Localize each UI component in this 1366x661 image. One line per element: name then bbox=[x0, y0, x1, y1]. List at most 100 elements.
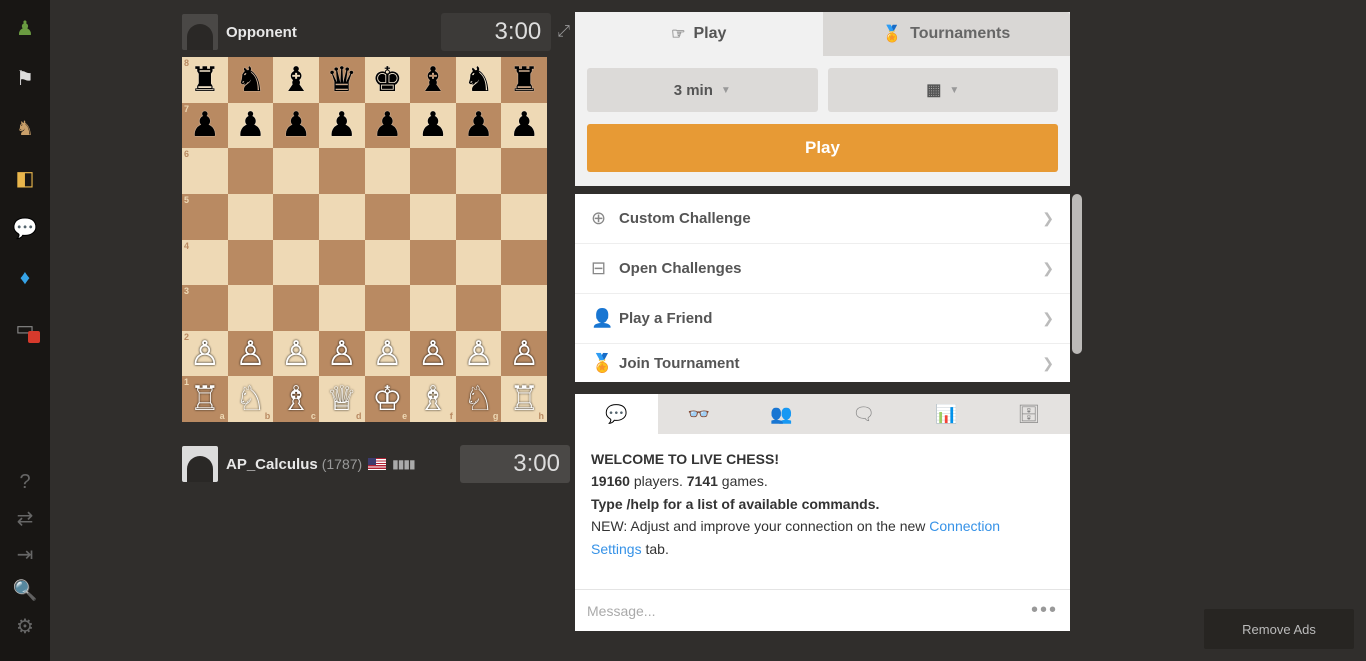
chess-board[interactable]: ♜8♞♝♛♚♝♞♜♟7♟♟♟♟♟♟♟6543♙2♙♙♙♙♙♙♙♖1a♘b♗c♕d… bbox=[182, 57, 570, 422]
square-d8[interactable]: ♛ bbox=[319, 57, 365, 103]
square-a4[interactable]: 4 bbox=[182, 240, 228, 286]
option-join-tournament[interactable]: 🏅 Join Tournament ❯ bbox=[575, 344, 1070, 382]
piece[interactable]: ♙ bbox=[326, 337, 356, 371]
square-d2[interactable]: ♙ bbox=[319, 331, 365, 377]
square-a3[interactable]: 3 bbox=[182, 285, 228, 331]
scrollbar-thumb[interactable] bbox=[1072, 194, 1082, 354]
piece[interactable]: ♜ bbox=[190, 63, 220, 97]
square-a2[interactable]: ♙2 bbox=[182, 331, 228, 377]
piece[interactable]: ♘ bbox=[235, 382, 265, 416]
piece[interactable]: ♗ bbox=[418, 382, 448, 416]
tab-play[interactable]: ☞ Play bbox=[575, 12, 823, 56]
square-e5[interactable] bbox=[365, 194, 411, 240]
piece[interactable]: ♙ bbox=[418, 337, 448, 371]
square-b6[interactable] bbox=[228, 148, 274, 194]
square-h3[interactable] bbox=[501, 285, 547, 331]
square-h8[interactable]: ♜ bbox=[501, 57, 547, 103]
search-icon[interactable]: 🔍 bbox=[12, 577, 38, 603]
square-a1[interactable]: ♖1a bbox=[182, 376, 228, 422]
square-c3[interactable] bbox=[273, 285, 319, 331]
chat-tab-messages[interactable]: 💬 bbox=[575, 394, 658, 434]
pawn-icon[interactable]: ♟ bbox=[12, 15, 38, 41]
square-f8[interactable]: ♝ bbox=[410, 57, 456, 103]
piece[interactable]: ♟ bbox=[190, 108, 220, 142]
square-f5[interactable] bbox=[410, 194, 456, 240]
piece[interactable]: ♞ bbox=[235, 63, 265, 97]
piece[interactable]: ♜ bbox=[509, 63, 539, 97]
square-c1[interactable]: ♗c bbox=[273, 376, 319, 422]
square-b4[interactable] bbox=[228, 240, 274, 286]
piece[interactable]: ♟ bbox=[509, 108, 539, 142]
chat-tab-binoculars[interactable]: 👓 bbox=[658, 394, 741, 434]
play-button[interactable]: Play bbox=[587, 124, 1058, 172]
piece[interactable]: ♙ bbox=[372, 337, 402, 371]
square-b7[interactable]: ♟ bbox=[228, 103, 274, 149]
game-type-dropdown[interactable]: ▦ ▼ bbox=[828, 68, 1059, 112]
square-d1[interactable]: ♕d bbox=[319, 376, 365, 422]
square-f4[interactable] bbox=[410, 240, 456, 286]
piece[interactable]: ♔ bbox=[372, 382, 402, 416]
square-g3[interactable] bbox=[456, 285, 502, 331]
square-a5[interactable]: 5 bbox=[182, 194, 228, 240]
puzzle-icon[interactable]: ◧ bbox=[12, 165, 38, 191]
piece[interactable]: ♙ bbox=[281, 337, 311, 371]
square-h2[interactable]: ♙ bbox=[501, 331, 547, 377]
collapse-icon[interactable]: ⇥ bbox=[12, 541, 38, 567]
piece[interactable]: ♝ bbox=[281, 63, 311, 97]
piece[interactable]: ♙ bbox=[463, 337, 493, 371]
chat-tab-stats[interactable]: 📊 bbox=[905, 394, 988, 434]
square-d7[interactable]: ♟ bbox=[319, 103, 365, 149]
piece[interactable]: ♟ bbox=[326, 108, 356, 142]
square-b1[interactable]: ♘b bbox=[228, 376, 274, 422]
time-control-dropdown[interactable]: 3 min ▼ bbox=[587, 68, 818, 112]
remove-ads-button[interactable]: Remove Ads bbox=[1204, 609, 1354, 649]
square-d3[interactable] bbox=[319, 285, 365, 331]
expand-icon[interactable]: ⤢ bbox=[557, 23, 570, 41]
piece[interactable]: ♛ bbox=[326, 63, 356, 97]
opponent-name[interactable]: Opponent bbox=[226, 24, 297, 41]
square-c2[interactable]: ♙ bbox=[273, 331, 319, 377]
square-e7[interactable]: ♟ bbox=[365, 103, 411, 149]
square-e6[interactable] bbox=[365, 148, 411, 194]
square-h1[interactable]: ♖h bbox=[501, 376, 547, 422]
option-custom-challenge[interactable]: ⊕ Custom Challenge ❯ bbox=[575, 194, 1070, 244]
square-g5[interactable] bbox=[456, 194, 502, 240]
square-b5[interactable] bbox=[228, 194, 274, 240]
chat-more-icon[interactable]: ••• bbox=[1031, 599, 1058, 622]
piece[interactable]: ♖ bbox=[509, 382, 539, 416]
square-g7[interactable]: ♟ bbox=[456, 103, 502, 149]
square-f6[interactable] bbox=[410, 148, 456, 194]
piece[interactable]: ♟ bbox=[418, 108, 448, 142]
square-a7[interactable]: ♟7 bbox=[182, 103, 228, 149]
square-c6[interactable] bbox=[273, 148, 319, 194]
piece[interactable]: ♙ bbox=[190, 337, 220, 371]
piece[interactable]: ♙ bbox=[509, 337, 539, 371]
square-c5[interactable] bbox=[273, 194, 319, 240]
chat-bubble-icon[interactable]: 💬 bbox=[12, 215, 38, 241]
player-avatar[interactable] bbox=[182, 446, 218, 482]
piece[interactable]: ♟ bbox=[235, 108, 265, 142]
square-d5[interactable] bbox=[319, 194, 365, 240]
piece[interactable]: ♙ bbox=[235, 337, 265, 371]
piece[interactable]: ♝ bbox=[418, 63, 448, 97]
square-b8[interactable]: ♞ bbox=[228, 57, 274, 103]
square-d4[interactable] bbox=[319, 240, 365, 286]
square-c7[interactable]: ♟ bbox=[273, 103, 319, 149]
option-play-friend[interactable]: 👤 Play a Friend ❯ bbox=[575, 294, 1070, 344]
help-icon[interactable]: ? bbox=[12, 469, 38, 495]
chat-tab-archive[interactable]: 🗄 bbox=[988, 394, 1071, 434]
square-g8[interactable]: ♞ bbox=[456, 57, 502, 103]
option-open-challenges[interactable]: ⊟ Open Challenges ❯ bbox=[575, 244, 1070, 294]
square-h7[interactable]: ♟ bbox=[501, 103, 547, 149]
square-g6[interactable] bbox=[456, 148, 502, 194]
piece[interactable]: ♞ bbox=[463, 63, 493, 97]
square-h6[interactable] bbox=[501, 148, 547, 194]
square-g4[interactable] bbox=[456, 240, 502, 286]
square-h4[interactable] bbox=[501, 240, 547, 286]
knight-icon[interactable]: ♞ bbox=[12, 115, 38, 141]
chat-tab-friends[interactable]: 👥 bbox=[740, 394, 823, 434]
square-f7[interactable]: ♟ bbox=[410, 103, 456, 149]
square-e1[interactable]: ♔e bbox=[365, 376, 411, 422]
square-e2[interactable]: ♙ bbox=[365, 331, 411, 377]
piece[interactable]: ♚ bbox=[372, 63, 402, 97]
